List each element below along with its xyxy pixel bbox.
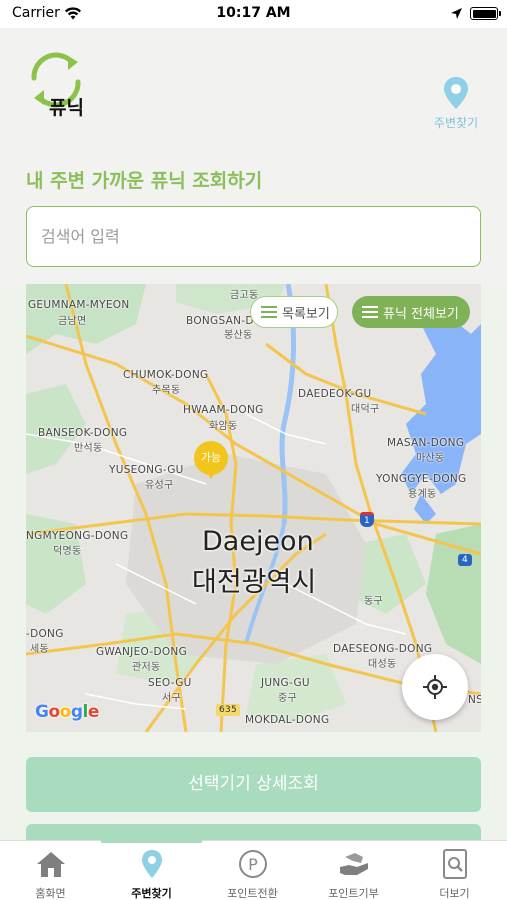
status-bar: Carrier 10:17 AM: [0, 0, 507, 28]
map-label: YUSEONG-GU: [109, 464, 184, 476]
map-label: 동구: [364, 596, 383, 607]
map-label: 추목동: [152, 385, 181, 396]
tab-label: 홈화면: [35, 887, 66, 900]
map-label: 반석동: [74, 443, 103, 454]
map-label: MASAN-DONG: [387, 437, 465, 449]
map-label: HWAAM-DONG: [183, 404, 264, 416]
map-label: 대덕구: [351, 404, 380, 415]
map-label: GWANJEO-DONG: [96, 646, 187, 658]
more-search-icon: [443, 849, 467, 879]
map-label: 금고동: [230, 290, 259, 301]
logo-text: 퓨닉: [49, 97, 84, 119]
view-all-button[interactable]: 퓨닉 전체보기: [352, 296, 470, 328]
home-icon: [37, 852, 65, 877]
location-pin-icon: [444, 77, 468, 109]
view-all-label: 퓨닉 전체보기: [383, 306, 459, 322]
map-label: 세동: [30, 644, 49, 655]
tab-label: 포인트전환: [227, 887, 278, 900]
map-label: -DONG: [26, 628, 64, 640]
nearby-find-button[interactable]: 주변찾기: [426, 76, 486, 132]
search-input[interactable]: [41, 207, 461, 265]
map-label: 마산동: [416, 453, 445, 464]
tab-label: 주변찾기: [131, 887, 172, 900]
my-location-button[interactable]: [402, 654, 468, 720]
map-label: JUNG-GU: [261, 677, 310, 689]
tab-point-convert[interactable]: P 포인트전환: [202, 841, 303, 900]
map-label: CHUMOK-DONG: [123, 369, 209, 381]
page-title: 내 주변 가까운 퓨닉 조회하기: [26, 170, 263, 192]
list-view-label: 목록보기: [282, 306, 330, 322]
map-label: SEO-GU: [148, 677, 192, 689]
device-marker[interactable]: 가능: [194, 441, 228, 479]
nearby-find-label: 주변찾기: [433, 116, 479, 130]
bottom-tab-bar: 홈화면 주변찾기 P 포인트전환 포인트기부 더보기: [0, 840, 507, 900]
hamburger-icon: [362, 306, 378, 318]
gps-target-icon: [423, 675, 447, 699]
map-label: 봉산동: [224, 330, 253, 341]
map-label: 중구: [278, 693, 297, 704]
hamburger-icon: [261, 306, 277, 318]
map-label: 덕명동: [53, 546, 82, 557]
map-label: YONGGYE-DONG: [376, 473, 467, 485]
map-label: 용계동: [408, 489, 437, 500]
map-label: BANSEOK-DONG: [38, 427, 128, 439]
tab-nearby[interactable]: 주변찾기: [101, 840, 202, 900]
map-label: DAEDEOK-GU: [298, 388, 372, 400]
map-label: 관저동: [132, 662, 161, 673]
location-pin-icon: [142, 850, 162, 878]
device-detail-button[interactable]: 선택기기 상세조회: [26, 757, 481, 812]
point-icon: P: [239, 850, 267, 878]
tab-label: 더보기: [439, 887, 470, 900]
map-label: 서구: [162, 693, 181, 704]
battery-icon: [470, 7, 501, 20]
donate-hand-icon: [340, 853, 368, 875]
svg-text:P: P: [248, 855, 258, 874]
tab-label: 포인트기부: [328, 887, 379, 900]
map-view[interactable]: GEUMNAM-MYEON 금남면 금고동 BONGSAN-DONG 봉산동 C…: [26, 284, 481, 732]
location-arrow-icon: [451, 8, 462, 19]
map-label: DAESEONG-DONG: [333, 643, 433, 655]
clock: 10:17 AM: [216, 5, 291, 21]
list-view-button[interactable]: 목록보기: [250, 296, 338, 328]
map-label: 금남면: [58, 316, 87, 327]
highway-shield: 4: [458, 554, 473, 566]
map-label: GEUMNAM-MYEON: [28, 299, 130, 311]
map-label: MOKDAL-DONG: [245, 714, 330, 726]
map-label: NGMYEONG-DONG: [26, 530, 129, 542]
tab-more[interactable]: 더보기: [404, 841, 505, 900]
map-label: NSE: [468, 694, 481, 706]
google-logo: Google: [35, 702, 99, 722]
highway-shield: 1: [360, 512, 375, 527]
city-name-ko: 대전광역시: [192, 567, 317, 598]
map-label: 화암동: [209, 421, 238, 432]
highway-shield: 635: [216, 704, 241, 716]
tab-home[interactable]: 홈화면: [0, 841, 101, 900]
tab-point-donate[interactable]: 포인트기부: [303, 841, 404, 900]
search-box[interactable]: [26, 206, 481, 267]
map-label: 유성구: [145, 480, 174, 491]
city-name-en: Daejeon: [202, 526, 314, 557]
map-label: 대성동: [368, 659, 397, 670]
